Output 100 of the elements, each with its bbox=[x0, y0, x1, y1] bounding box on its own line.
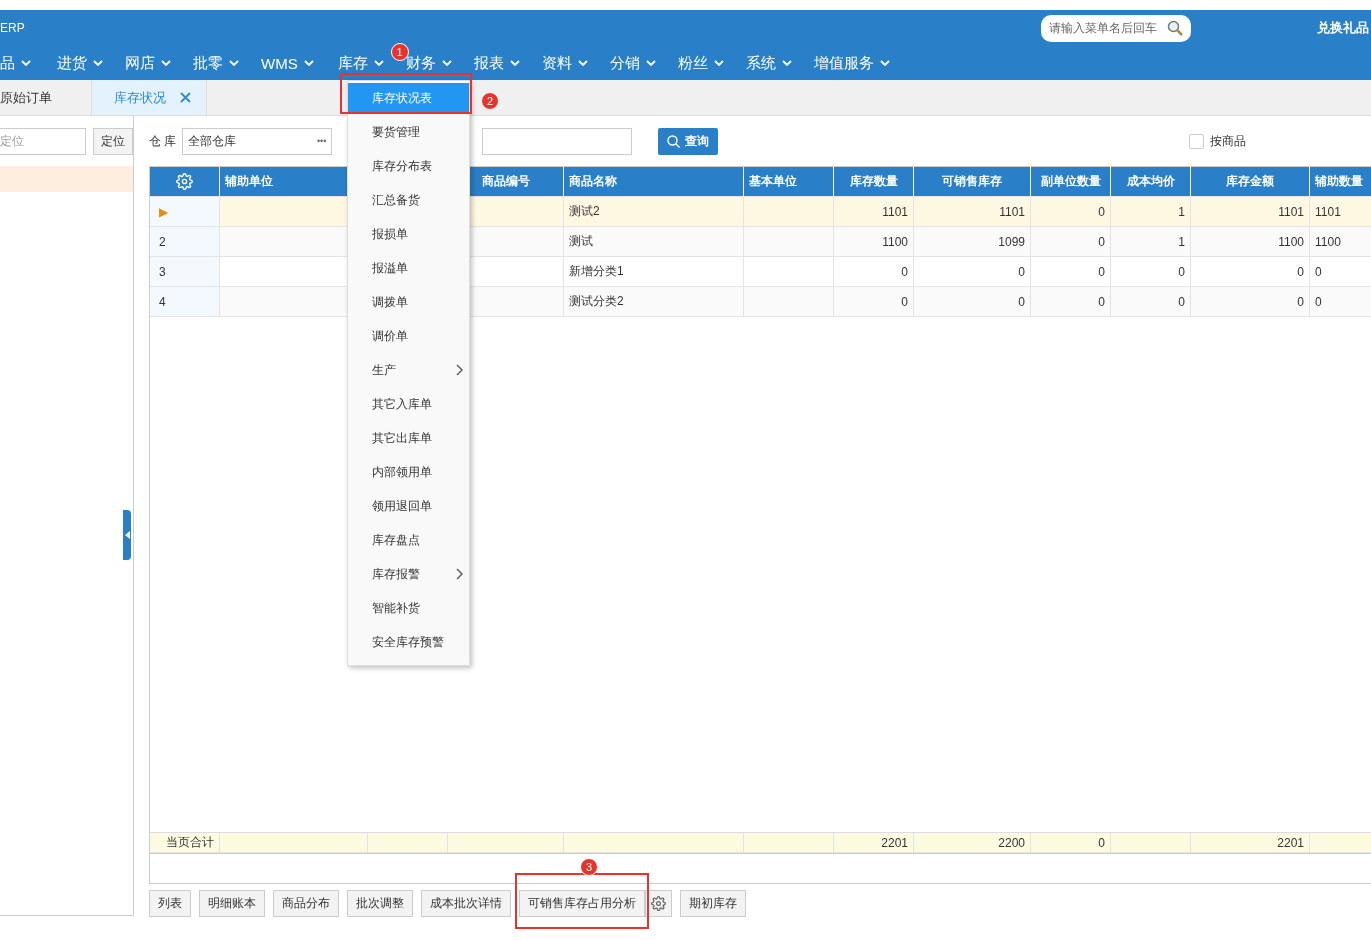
caret-left-icon bbox=[124, 531, 130, 539]
table-cell: 1101 bbox=[1310, 197, 1371, 226]
menu-item[interactable]: 报溢单 bbox=[348, 251, 469, 285]
chevron-down-icon bbox=[229, 59, 239, 67]
totals-cell: 2201 bbox=[1191, 833, 1310, 852]
app-title: ERP bbox=[0, 21, 25, 35]
search-icon bbox=[667, 134, 681, 148]
step-badge: 3 bbox=[580, 858, 598, 876]
menu-item[interactable]: 智能补货 bbox=[348, 591, 469, 625]
row-header[interactable]: 4 bbox=[150, 287, 220, 316]
table-cell: 0 bbox=[1031, 197, 1111, 226]
row-header[interactable]: 2 bbox=[150, 227, 220, 256]
chevron-down-icon bbox=[21, 59, 31, 67]
action-button[interactable]: 成本批次详情 bbox=[421, 890, 511, 917]
totals-cell: 2201 bbox=[834, 833, 914, 852]
table-cell: 0 bbox=[834, 257, 914, 286]
totals-cell: 0 bbox=[1031, 833, 1111, 852]
nav-menu-item[interactable]: 系统 bbox=[745, 53, 806, 73]
nav-menu-item[interactable]: 进货 bbox=[57, 53, 117, 73]
collapse-handle[interactable] bbox=[123, 510, 131, 560]
table-cell: 1101 bbox=[834, 197, 914, 226]
chevron-down-icon bbox=[373, 59, 384, 67]
menu-item[interactable]: 安全库存预警 bbox=[348, 625, 469, 659]
table-cell: 1101 bbox=[1191, 197, 1310, 226]
table-cell: 1 bbox=[1111, 197, 1191, 226]
chevron-down-icon bbox=[645, 59, 656, 67]
menu-item[interactable]: 报损单 bbox=[348, 217, 469, 251]
locate-button[interactable]: 定位 bbox=[93, 127, 133, 155]
search-input[interactable]: 请输入菜单名后回车 bbox=[1049, 21, 1167, 35]
menu-item[interactable]: 其它出库单 bbox=[348, 421, 469, 455]
chevron-down-icon bbox=[879, 59, 890, 67]
menu-item[interactable]: 库存盘点 bbox=[348, 523, 469, 557]
chevron-right-icon bbox=[456, 568, 463, 580]
chevron-right-icon bbox=[456, 364, 463, 376]
menu-item[interactable]: 其它入库单 bbox=[348, 387, 469, 421]
by-product-checkbox[interactable]: 按商品 bbox=[1189, 132, 1246, 150]
table-cell: 0 bbox=[1111, 257, 1191, 286]
menu-item[interactable]: 生产 bbox=[348, 353, 469, 387]
table-cell: 新增分类1 bbox=[564, 257, 744, 286]
table-cell: 0 bbox=[914, 257, 1031, 286]
chevron-down-icon bbox=[713, 59, 724, 67]
warehouse-label: 仓 库 bbox=[149, 132, 177, 150]
table-cell: 1100 bbox=[834, 227, 914, 256]
query-button[interactable]: 查询 bbox=[658, 127, 719, 155]
action-button[interactable]: 批次调整 bbox=[347, 890, 413, 917]
table-cell: 1100 bbox=[1191, 227, 1310, 256]
chevron-down-icon bbox=[781, 59, 792, 67]
menu-item[interactable]: 库存报警 bbox=[348, 557, 469, 591]
warehouse-field[interactable]: 全部仓库 ••• bbox=[182, 127, 333, 155]
table-cell: 0 bbox=[1031, 287, 1111, 316]
close-icon[interactable] bbox=[180, 92, 191, 103]
text-field[interactable] bbox=[482, 127, 633, 155]
table-cell: 0 bbox=[834, 287, 914, 316]
action-button[interactable]: 列表 bbox=[149, 890, 191, 917]
table-cell: 0 bbox=[1310, 257, 1371, 286]
menu-search-field[interactable]: 请输入菜单名后回车 bbox=[1041, 14, 1191, 42]
nav-menu-item[interactable]: 品 bbox=[0, 53, 45, 73]
menu-item[interactable]: 调价单 bbox=[348, 319, 469, 353]
chevron-down-icon bbox=[303, 59, 314, 67]
chevron-down-icon bbox=[93, 59, 103, 67]
action-button[interactable]: 期初库存 bbox=[680, 890, 746, 917]
menu-item[interactable]: 要货管理 bbox=[348, 115, 469, 149]
search-icon bbox=[1167, 20, 1183, 36]
row-header[interactable]: 3 bbox=[150, 257, 220, 286]
table-cell: 1101 bbox=[914, 197, 1031, 226]
nav-menu-item[interactable]: 报表 bbox=[473, 53, 534, 73]
table-cell: 测试 bbox=[564, 227, 744, 256]
table-cell: 0 bbox=[1031, 227, 1111, 256]
table-cell: 0 bbox=[1111, 287, 1191, 316]
redeem-gift-link[interactable]: 兑换礼品 bbox=[1317, 19, 1369, 37]
nav-menu-item[interactable]: 批零 bbox=[193, 53, 253, 73]
chevron-down-icon bbox=[577, 59, 588, 67]
nav-menu-item[interactable]: WMS bbox=[261, 54, 328, 72]
menu-item[interactable]: 内部领用单 bbox=[348, 455, 469, 489]
table-cell: 测试分类2 bbox=[564, 287, 744, 316]
chevron-down-icon bbox=[509, 59, 520, 67]
menu-item[interactable]: 调拨单 bbox=[348, 285, 469, 319]
table-cell: 0 bbox=[914, 287, 1031, 316]
nav-menu-item[interactable]: 增值服务 bbox=[813, 53, 904, 73]
table-cell: 1 bbox=[1111, 227, 1191, 256]
locate-field[interactable]: 定位 bbox=[0, 127, 86, 155]
table-cell: 测试2 bbox=[564, 197, 744, 226]
settings-button[interactable] bbox=[645, 890, 672, 917]
action-button[interactable]: 商品分布 bbox=[273, 890, 339, 917]
action-button[interactable]: 明细账本 bbox=[199, 890, 265, 917]
settings-icon bbox=[176, 173, 193, 190]
chevron-down-icon bbox=[441, 59, 452, 67]
nav-menu-item[interactable]: 粉丝 bbox=[677, 53, 738, 73]
table-cell: 1099 bbox=[914, 227, 1031, 256]
nav-menu-item[interactable]: 资料 bbox=[541, 53, 602, 73]
more-icon[interactable]: ••• bbox=[316, 136, 327, 146]
page-tab[interactable]: 原始订单 bbox=[0, 80, 92, 115]
menu-item[interactable]: 领用退回单 bbox=[348, 489, 469, 523]
chevron-down-icon bbox=[161, 59, 171, 67]
nav-menu-item[interactable]: 网店 bbox=[125, 53, 185, 73]
table-cell: 1100 bbox=[1310, 227, 1371, 256]
nav-menu-item[interactable]: 分销 bbox=[609, 53, 670, 73]
settings-icon bbox=[651, 896, 666, 911]
action-button[interactable]: 可销售库存占用分析 bbox=[519, 890, 645, 917]
table-cell: 0 bbox=[1310, 287, 1371, 316]
